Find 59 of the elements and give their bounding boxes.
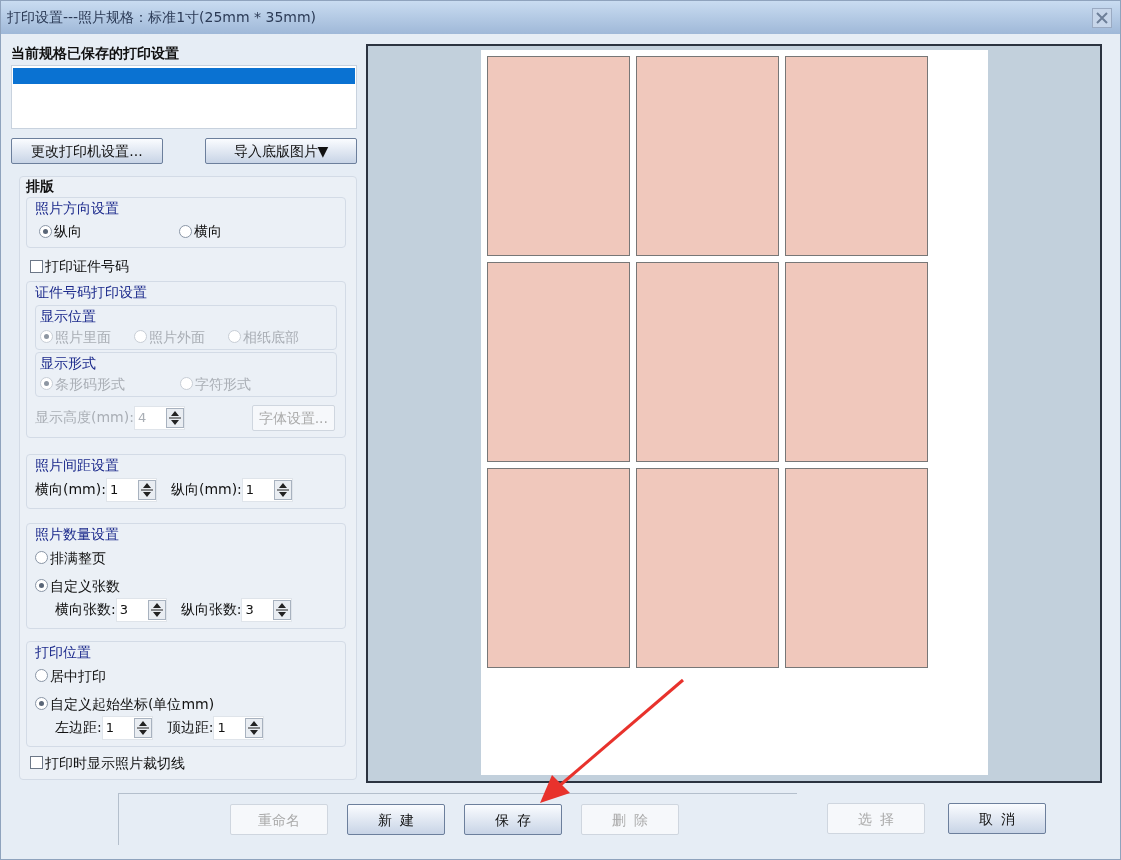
- close-icon: [1096, 11, 1108, 24]
- group-legend: 照片间距设置: [35, 456, 119, 474]
- spinner-arrows-icon[interactable]: [147, 599, 166, 620]
- group-legend: 显示位置: [40, 307, 96, 325]
- radio-option[interactable]: 横向: [179, 221, 319, 241]
- field-label: 显示高度(mm):: [35, 408, 134, 427]
- radio-button[interactable]: [35, 579, 48, 592]
- spinner-arrows-icon[interactable]: [133, 717, 152, 738]
- import-button[interactable]: 导入底版图片▼: [205, 138, 357, 164]
- radio-button[interactable]: [179, 224, 192, 238]
- field-label: 顶边距:: [166, 718, 214, 737]
- spinner-arrows-icon[interactable]: [273, 479, 292, 500]
- group-legend: 证件号码打印设置: [35, 283, 147, 301]
- printer-settings-button[interactable]: 更改打印机设置...: [11, 138, 163, 164]
- field-label: 横向张数:: [55, 600, 116, 619]
- radio-button[interactable]: [35, 669, 48, 682]
- radio-option: 照片里面: [40, 326, 134, 347]
- radio-option: 字符形式: [180, 373, 251, 394]
- radio-option: 条形码形式: [40, 373, 180, 394]
- saved-settings-list[interactable]: [11, 65, 357, 129]
- group-legend: 显示形式: [40, 354, 96, 372]
- radio-option: 照片外面: [134, 326, 228, 347]
- spinner-arrows-icon[interactable]: [137, 479, 156, 500]
- checkbox[interactable]: [30, 756, 43, 769]
- number-spinner[interactable]: 3: [115, 597, 167, 622]
- group-legend: 打印位置: [35, 643, 91, 661]
- radio-option: 相纸底部: [228, 326, 299, 347]
- section-title: 当前规格已保存的打印设置: [11, 44, 180, 62]
- radio-option[interactable]: 纵向: [39, 221, 179, 241]
- number-spinner[interactable]: 3: [241, 597, 293, 622]
- number-spinner[interactable]: 1: [101, 715, 153, 740]
- radio-button[interactable]: [35, 551, 48, 564]
- checkbox-option[interactable]: 打印时显示照片裁切线: [30, 752, 185, 773]
- radio-option[interactable]: 排满整页: [35, 547, 106, 568]
- save-button[interactable]: 保 存: [464, 804, 562, 835]
- field-label: 纵向张数:: [180, 600, 242, 619]
- field-label: 横向(mm):: [35, 480, 106, 499]
- new-button[interactable]: 新 建: [347, 804, 445, 835]
- window-title: 打印设置---照片规格：标准1寸(25mm * 35mm): [7, 8, 317, 27]
- number-spinner: 4: [133, 405, 185, 430]
- group-legend: 照片方向设置: [35, 200, 119, 217]
- section-title: 排版: [26, 177, 55, 195]
- checkbox[interactable]: [30, 259, 43, 273]
- number-spinner[interactable]: 1: [213, 715, 265, 740]
- radio-option[interactable]: 居中打印: [35, 665, 106, 686]
- group-legend: 照片数量设置: [35, 525, 119, 543]
- number-spinner[interactable]: 1: [241, 477, 293, 502]
- number-spinner[interactable]: 1: [105, 477, 157, 502]
- radio-button[interactable]: [35, 697, 48, 710]
- radio-option[interactable]: 自定义张数: [35, 575, 120, 596]
- cancel-button[interactable]: 取 消: [948, 803, 1046, 834]
- field-label: 左边距:: [55, 718, 102, 737]
- field-label: 纵向(mm):: [170, 480, 242, 499]
- radio-option[interactable]: 自定义起始坐标(单位mm): [35, 693, 215, 714]
- close-button[interactable]: [1092, 7, 1112, 28]
- spinner-arrows-icon[interactable]: [273, 599, 292, 620]
- checkbox-option[interactable]: 打印证件号码: [30, 256, 129, 276]
- spinner-arrows-icon[interactable]: [245, 717, 264, 738]
- radio-button[interactable]: [39, 224, 52, 238]
